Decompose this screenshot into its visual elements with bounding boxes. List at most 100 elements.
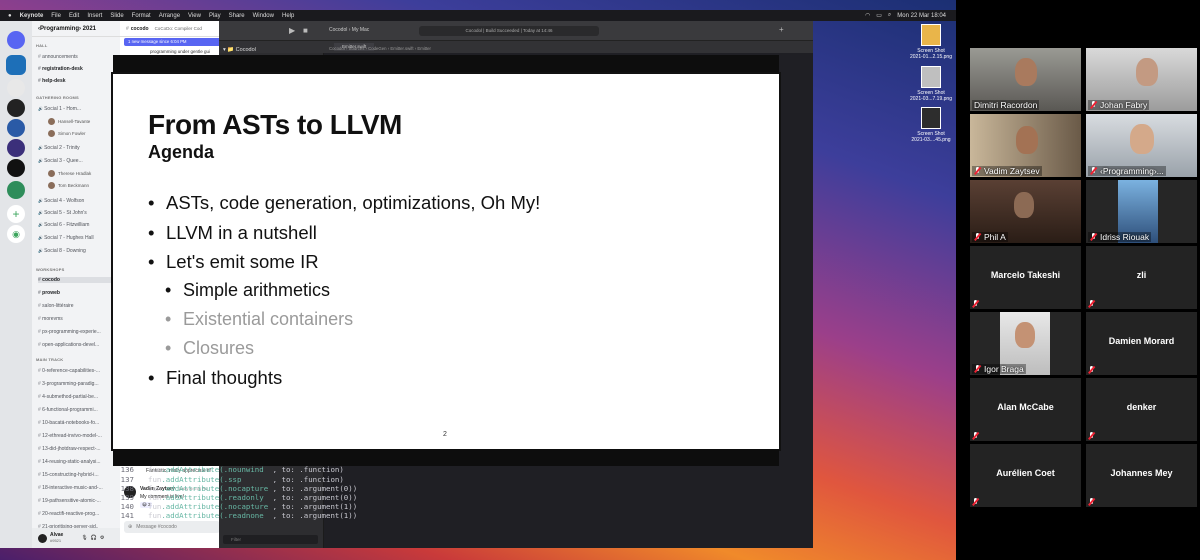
scheme-selector[interactable]: Cocodol › My Mac [329,27,369,33]
channel-announcements[interactable]: announcements [38,54,118,60]
participant-tile[interactable]: Damien Morard [1086,312,1197,375]
voice-member[interactable]: Simon Fowler [48,130,86,137]
stop-button[interactable]: ■ [303,26,308,35]
server-icon[interactable] [7,159,25,177]
channel-main[interactable]: 15-constructing-hybrid-i... [38,472,118,478]
server-name[interactable]: ‹Programming› 2021 [32,21,120,37]
add-icon[interactable]: + [779,25,784,34]
participant-tile[interactable]: Igor Braga [970,312,1081,375]
menu-file[interactable]: File [51,13,61,19]
voice-channel[interactable]: Social 4 - Wolfson [38,198,118,204]
channel-cocodo[interactable]: cocodo [38,277,118,283]
desktop-file[interactable]: Screen Shot 2021-01...2.15.png [909,24,953,60]
menu-app[interactable]: Keynote [20,13,44,19]
participant-tile[interactable]: Vadim Zaytsev [970,114,1081,177]
settings-icon[interactable]: ⚙ [100,535,104,541]
add-server-icon[interactable]: + [7,205,25,223]
new-messages-bar[interactable]: 1 new message since 6:04 PM [124,38,222,46]
server-icon-programming[interactable] [6,55,26,75]
code-line[interactable]: 139 fun.addAttribute(.readonly , to: .arg… [118,493,358,502]
channel-px[interactable]: px-programming-experie... [38,329,118,335]
channel-main[interactable]: 4-submethod-partial-be... [38,394,118,400]
section-main-track[interactable]: MAIN TRACK [36,357,63,362]
server-icon[interactable] [7,139,25,157]
voice-channel[interactable]: Social 2 - Trinity [38,145,118,151]
section-gathering[interactable]: GATHERING ROOMS [36,95,79,100]
channel-main[interactable]: 13-did-jhotdraw-respect-... [38,446,118,452]
battery-icon[interactable]: ▭ [876,12,882,19]
voice-channel[interactable]: Social 7 - Hughes Hall [38,235,118,241]
menu-edit[interactable]: Edit [69,13,79,19]
menu-view[interactable]: View [188,13,201,19]
participant-tile[interactable]: Idriss Riouak [1086,180,1197,243]
channel-main[interactable]: 14-reusing-static-analysi... [38,459,118,465]
channel-morevms[interactable]: morevms [38,316,118,322]
channel-open-apps[interactable]: open-applications-devel... [38,342,118,348]
voice-member[interactable]: Tom Beckmann [48,182,89,189]
desktop-file[interactable]: Screen Shot 2021-03...7.19.png [909,66,953,102]
project-root[interactable]: ▾ 📁 Cocodol [223,47,256,53]
run-button[interactable]: ▶ [289,26,295,35]
headphones-icon[interactable]: 🎧 [91,535,97,541]
voice-member[interactable]: Therese Hradlak [48,170,91,177]
channel-proweb[interactable]: proweb [38,290,118,296]
participant-tile[interactable]: Aurélien Coet [970,444,1081,507]
menu-window[interactable]: Window [253,13,274,19]
voice-channel[interactable]: Social 8 - Downing [38,248,118,254]
code-line[interactable]: 140 fun.addAttribute(.nocapture , to: .ar… [118,502,358,511]
menu-insert[interactable]: Insert [87,13,102,19]
participant-tile[interactable]: Dimitri Racordon [970,48,1081,111]
channel-salon[interactable]: salon-littéraire [38,303,118,309]
participant-tile[interactable]: ‹Programming›... [1086,114,1197,177]
menu-help[interactable]: Help [282,13,294,19]
participant-tile[interactable]: Johannes Mey [1086,444,1197,507]
server-icon[interactable] [7,181,25,199]
channel-registration-desk[interactable]: registration-desk [38,66,118,72]
channel-main[interactable]: 3-programming-paradig... [38,381,118,387]
voice-channel[interactable]: Social 1 - Hom... [38,106,118,112]
menu-arrange[interactable]: Arrange [159,13,180,19]
menu-format[interactable]: Format [132,13,151,19]
menu-play[interactable]: Play [209,13,221,19]
search-icon[interactable]: ⌕ [888,12,891,19]
server-icon[interactable] [7,119,25,137]
server-icon[interactable] [7,99,25,117]
channel-main[interactable]: 0-reference-capabilities-... [38,368,118,374]
add-attachment-icon[interactable]: ⊕ [128,524,132,530]
xcode-breadcrumb[interactable]: Cocodol › Sources › CodeGen › Emitter.sw… [329,46,431,51]
channel-main[interactable]: 20-reactifi-reactive-prog... [38,511,118,517]
apple-icon[interactable]: ● [8,13,12,19]
section-hall[interactable]: HALL [36,43,47,48]
wifi-icon[interactable]: ◠ [865,12,870,19]
explore-servers-icon[interactable]: ◉ [7,225,25,243]
menubar-clock[interactable]: Mon 22 Mar 18:04 [897,13,946,19]
menu-slide[interactable]: Slide [110,13,123,19]
participant-tile[interactable]: zli [1086,246,1197,309]
voice-channel[interactable]: Social 6 - Fitzwilliam [38,222,118,228]
voice-member[interactable]: Hansell-Tavante [48,118,90,125]
section-workshops[interactable]: WORKSHOPS [36,267,64,272]
channel-main[interactable]: 6-functional-programmi... [38,407,118,413]
menu-share[interactable]: Share [229,13,245,19]
participant-tile[interactable]: Alan McCabe [970,378,1081,441]
mic-icon[interactable]: 🎙 [81,535,87,541]
voice-channel[interactable]: Social 3 - Quee... [38,158,118,164]
participant-tile[interactable]: Phil A [970,180,1081,243]
code-line[interactable]: 136 fun.addAttribute(.nounwind , to: .fun… [118,465,357,474]
channel-main[interactable]: 18-interactive-music-and-... [38,485,118,491]
code-line[interactable]: 141 fun.addAttribute(.readnone , to: .arg… [118,511,358,520]
presentation-slide[interactable]: From ASTs to LLVM Agenda ASTs, code gene… [113,74,779,449]
code-line[interactable]: 137 fun.addAttribute(.ssp , to: .function… [118,475,357,484]
desktop-file[interactable]: Screen Shot 2021-03....45.png [909,107,953,143]
channel-help-desk[interactable]: help-desk [38,78,118,84]
message-input[interactable]: ⊕ Message #cocodo [124,521,220,533]
participant-tile[interactable]: Johan Fabry [1086,48,1197,111]
channel-main[interactable]: 12-ethread-invivo-model-... [38,433,118,439]
voice-channel[interactable]: Social 5 - St John's [38,210,118,216]
filter-field[interactable]: Filter [223,535,318,544]
server-icon[interactable] [7,79,25,97]
participant-tile[interactable]: Marcelo Takeshi [970,246,1081,309]
code-line[interactable]: 138 fun.addAttribute(.nocapture , to: .ar… [118,484,358,493]
discord-home-icon[interactable] [7,31,25,49]
channel-main[interactable]: 10-bacatá-notebooks-fo... [38,420,118,426]
